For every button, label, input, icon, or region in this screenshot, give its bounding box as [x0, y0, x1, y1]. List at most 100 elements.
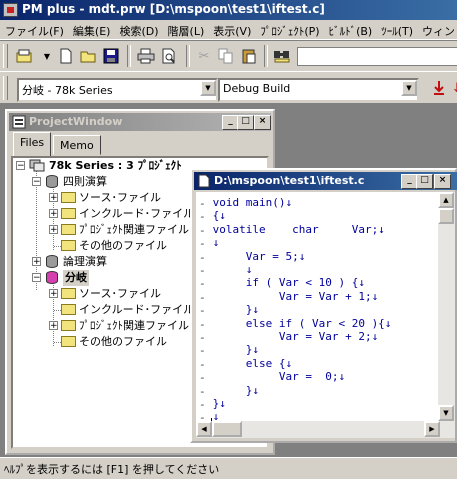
- tree-folder-label[interactable]: インクルード･ファイル: [79, 302, 194, 318]
- expand-toggle[interactable]: +: [49, 193, 58, 203]
- menu-hierarchy[interactable]: 階層(L): [163, 20, 209, 39]
- folder-icon: [61, 208, 76, 219]
- line-marker: -: [199, 357, 206, 371]
- code-editor[interactable]: - void main()↓ - {↓ - volatile char Var;↓ -…: [196, 192, 440, 438]
- line-marker: -: [199, 264, 206, 277]
- tree-folder-label[interactable]: その他のファイル: [79, 334, 167, 350]
- tree-folder-label[interactable]: ﾌﾟﾛｼﾞｪｸﾄ関連ファイル: [79, 222, 189, 238]
- cut-icon[interactable]: ✂: [193, 45, 215, 67]
- tree-project-label[interactable]: 四則演算: [63, 174, 107, 190]
- tree-connector: [54, 310, 61, 311]
- scroll-right-button[interactable]: ▶: [424, 421, 440, 437]
- collapse-toggle[interactable]: −: [16, 161, 25, 171]
- menu-search[interactable]: 検索(D): [114, 20, 162, 39]
- series-select-value: 分岐 - 78k Series: [22, 84, 113, 97]
- editor-window[interactable]: D:\mspoon\test1\iftest.c _ □ × - void ma…: [190, 168, 457, 443]
- line-marker: -: [199, 317, 206, 331]
- line-marker: -: [199, 398, 206, 411]
- series-select[interactable]: 分岐 - 78k Series ▼: [17, 78, 218, 102]
- line-marker: -: [199, 344, 206, 358]
- build-config-value: Debug Build: [223, 82, 291, 95]
- tree-active-project-label[interactable]: 分岐: [63, 270, 89, 286]
- project-window-icon: [12, 115, 26, 129]
- folder-icon: [61, 320, 76, 331]
- expand-toggle[interactable]: +: [32, 257, 41, 267]
- toolbar-grip[interactable]: [3, 44, 8, 68]
- expand-toggle[interactable]: +: [49, 209, 58, 219]
- tree-folder-label[interactable]: ソース･ファイル: [79, 190, 161, 206]
- line-marker: -: [199, 290, 206, 304]
- tree-connector: [54, 246, 61, 247]
- collapse-toggle[interactable]: −: [32, 177, 41, 187]
- menu-view[interactable]: 表示(V): [208, 20, 255, 39]
- code-line[interactable]: volatile char Var;↓: [206, 222, 385, 238]
- expand-toggle[interactable]: +: [49, 225, 58, 235]
- project-window-title-bar[interactable]: ProjectWindow _ □ ×: [9, 113, 271, 131]
- line-marker: -: [199, 223, 206, 237]
- status-bar: ﾍﾙﾌﾟを表示するには [F1] を押してください: [0, 457, 457, 479]
- close-button[interactable]: ×: [434, 174, 451, 189]
- chevron-down-icon[interactable]: ▼: [200, 80, 216, 96]
- active-project-icon: [46, 271, 58, 284]
- find-in-files-icon[interactable]: [271, 45, 293, 67]
- line-marker: -: [199, 277, 206, 291]
- toolbar-grip[interactable]: [3, 76, 8, 100]
- project-icon: [46, 175, 58, 188]
- tree-connector: [36, 170, 37, 290]
- menu-file[interactable]: ファイル(F): [0, 20, 68, 39]
- expand-toggle[interactable]: +: [49, 289, 58, 299]
- vertical-scrollbar[interactable]: ▲ ▼: [438, 192, 455, 438]
- toolbar-search-input[interactable]: [297, 47, 457, 66]
- horizontal-scrollbar[interactable]: ◀ ▶: [196, 421, 440, 438]
- line-marker: -: [199, 237, 206, 251]
- maximize-button[interactable]: □: [237, 115, 254, 130]
- line-marker: -: [199, 331, 206, 344]
- maximize-button[interactable]: □: [416, 174, 433, 189]
- line-marker: -: [199, 250, 206, 264]
- new-file-icon[interactable]: [55, 45, 77, 67]
- rebuild-icon[interactable]: ↓: [446, 77, 457, 99]
- chevron-down-icon[interactable]: ▼: [401, 80, 417, 96]
- tree-project-label[interactable]: 論理演算: [63, 254, 107, 270]
- line-marker: -: [199, 304, 206, 318]
- project-group-icon: [29, 159, 45, 172]
- collapse-toggle[interactable]: −: [32, 273, 41, 283]
- status-text: ﾍﾙﾌﾟを表示するには [F1] を押してください: [4, 463, 220, 476]
- app-title-bar[interactable]: PM plus - mdt.prw [D:\mspoon\test1\iftes…: [0, 0, 457, 20]
- paste-icon[interactable]: [238, 45, 260, 67]
- copy-icon[interactable]: [215, 45, 237, 67]
- open-project-icon[interactable]: [14, 45, 36, 67]
- scroll-up-button[interactable]: ▲: [438, 192, 454, 208]
- print-preview-icon[interactable]: [158, 45, 180, 67]
- build-toolbar: 分岐 - 78k Series ▼ Debug Build ▼ ↓: [0, 72, 457, 104]
- menu-window[interactable]: ウィン: [417, 20, 457, 39]
- menu-tools[interactable]: ﾂｰﾙ(T): [376, 20, 417, 39]
- editor-title-bar[interactable]: D:\mspoon\test1\iftest.c _ □ ×: [194, 172, 457, 190]
- line-marker: -: [199, 210, 206, 224]
- expand-toggle[interactable]: +: [49, 321, 58, 331]
- scroll-thumb[interactable]: [212, 421, 242, 437]
- tab-memo[interactable]: Memo: [53, 135, 101, 155]
- tree-folder-label[interactable]: その他のファイル: [79, 238, 167, 254]
- close-button[interactable]: ×: [254, 115, 271, 130]
- tab-files[interactable]: Files: [13, 132, 52, 156]
- menu-build[interactable]: ﾋﾞﾙﾄﾞ(B): [324, 20, 377, 39]
- app-title: PM plus - mdt.prw [D:\mspoon\test1\iftes…: [22, 2, 325, 16]
- tree-folder-label[interactable]: インクルード･ファイル: [79, 206, 194, 222]
- print-icon[interactable]: [135, 45, 157, 67]
- project-icon: [46, 255, 58, 268]
- save-icon[interactable]: [100, 45, 122, 67]
- open-file-icon[interactable]: [78, 45, 100, 67]
- folder-icon: [61, 288, 76, 299]
- tree-root-label[interactable]: 78k Series : 3 ﾌﾟﾛｼﾞｪｸﾄ: [49, 158, 182, 174]
- project-window-title: ProjectWindow: [29, 115, 123, 128]
- app-icon[interactable]: [3, 3, 18, 17]
- build-config-select[interactable]: Debug Build ▼: [218, 78, 419, 102]
- menu-edit[interactable]: 編集(E): [68, 20, 115, 39]
- scroll-down-button[interactable]: ▼: [438, 405, 454, 421]
- tree-folder-label[interactable]: ﾌﾟﾛｼﾞｪｸﾄ関連ファイル: [79, 318, 189, 334]
- menu-project[interactable]: ﾌﾟﾛｼﾞｪｸﾄ(P): [255, 20, 323, 39]
- scroll-left-button[interactable]: ◀: [196, 421, 212, 437]
- scroll-thumb[interactable]: [438, 208, 454, 224]
- tree-folder-label[interactable]: ソース･ファイル: [79, 286, 161, 302]
